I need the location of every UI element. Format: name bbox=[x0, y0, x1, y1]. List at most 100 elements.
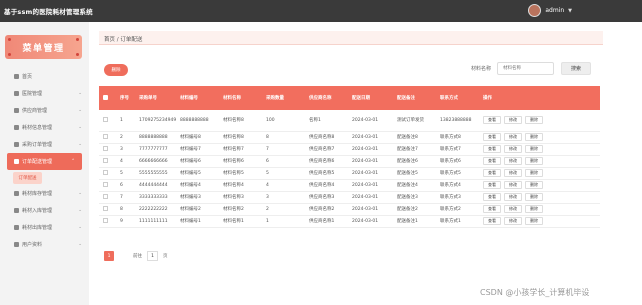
sidebar-item-user[interactable]: 用户资料 ⌄ bbox=[0, 236, 89, 253]
app-title: 基于ssm的医院耗材管理系统 bbox=[4, 8, 93, 16]
edit-button[interactable]: 修改 bbox=[504, 205, 522, 213]
cell-remark: 配送备注3 bbox=[393, 191, 436, 204]
cell-ops: 查看 修改 删除 bbox=[479, 167, 600, 180]
row-checkbox-cell[interactable] bbox=[99, 155, 116, 168]
checkbox[interactable] bbox=[103, 194, 108, 199]
cell-ops: 查看 修改 删除 bbox=[479, 179, 600, 192]
cell-no: 1 bbox=[116, 110, 135, 132]
row-checkbox-cell[interactable] bbox=[99, 167, 116, 180]
cell-remark: 配送备注6 bbox=[393, 155, 436, 168]
view-button[interactable]: 查看 bbox=[483, 217, 501, 225]
view-button[interactable]: 查看 bbox=[483, 181, 501, 189]
chevron-down-icon: ⌄ bbox=[78, 191, 82, 196]
view-button[interactable]: 查看 bbox=[483, 157, 501, 165]
row-checkbox-cell[interactable] bbox=[99, 110, 116, 132]
cell-code: 材料编号8 bbox=[176, 131, 219, 144]
cell-ops: 查看 修改 删除 bbox=[479, 215, 600, 228]
row-checkbox-cell[interactable] bbox=[99, 203, 116, 216]
cell-order: 8888888888 bbox=[135, 131, 176, 144]
checkbox[interactable] bbox=[103, 170, 108, 175]
sidebar-item-material[interactable]: 耗材信息管理 ⌄ bbox=[0, 119, 89, 136]
delete-row-button[interactable]: 删除 bbox=[525, 157, 543, 165]
edit-button[interactable]: 修改 bbox=[504, 193, 522, 201]
view-button[interactable]: 查看 bbox=[483, 169, 501, 177]
cell-date: 2024-03-01 bbox=[348, 203, 393, 216]
search-input[interactable] bbox=[497, 62, 554, 75]
cell-supplier: 供应商名称3 bbox=[305, 191, 348, 204]
sidebar-item-home[interactable]: 首页 bbox=[0, 68, 89, 85]
edit-button[interactable]: 修改 bbox=[504, 116, 522, 125]
cell-code: 8888888888 bbox=[176, 110, 219, 132]
sidebar-item-delivery[interactable]: 订单配送管理 ⌃ bbox=[7, 153, 82, 170]
checkbox[interactable] bbox=[103, 134, 108, 139]
cell-code: 材料编号6 bbox=[176, 155, 219, 168]
delete-row-button[interactable]: 删除 bbox=[525, 181, 543, 189]
view-button[interactable]: 查看 bbox=[483, 133, 501, 141]
cell-name: 材料名称8 bbox=[219, 131, 262, 144]
chevron-down-icon[interactable]: ▼ bbox=[568, 8, 572, 14]
checkbox[interactable] bbox=[103, 95, 108, 100]
table-row: 4 6666666666 材料编号6 材料名称6 6 供应商名称6 2024-03-01 配送… bbox=[99, 155, 600, 168]
edit-button[interactable]: 修改 bbox=[504, 181, 522, 189]
search-label: 材料名称 bbox=[471, 66, 492, 72]
row-checkbox-cell[interactable] bbox=[99, 179, 116, 192]
sidebar-item-supplier[interactable]: 供应商管理 ⌄ bbox=[0, 102, 89, 119]
page-input[interactable]: 1 bbox=[147, 251, 158, 261]
checkbox[interactable] bbox=[103, 218, 108, 223]
cell-no: 4 bbox=[116, 155, 135, 168]
sidebar-item-hospital[interactable]: 医院管理 ⌄ bbox=[0, 85, 89, 102]
cell-supplier: 供应商名称8 bbox=[305, 131, 348, 144]
edit-button[interactable]: 修改 bbox=[504, 145, 522, 153]
sidebar-item-outbound[interactable]: 耗材出库管理 ⌄ bbox=[0, 219, 89, 236]
sidebar-subitem-delivery[interactable]: 订单配送 bbox=[13, 171, 42, 184]
user-menu[interactable]: admin ▼ bbox=[528, 4, 572, 17]
checkbox[interactable] bbox=[103, 158, 108, 163]
breadcrumb: 首页 / 订单配送 bbox=[99, 31, 603, 45]
delete-row-button[interactable]: 删除 bbox=[525, 205, 543, 213]
delete-row-button[interactable]: 删除 bbox=[525, 193, 543, 201]
delete-row-button[interactable]: 删除 bbox=[525, 169, 543, 177]
view-button[interactable]: 查看 bbox=[483, 193, 501, 201]
row-checkbox-cell[interactable] bbox=[99, 215, 116, 228]
submenu: 订单配送 bbox=[0, 170, 89, 185]
checkbox[interactable] bbox=[103, 146, 108, 151]
delete-row-button[interactable]: 删除 bbox=[525, 116, 543, 125]
checkbox[interactable] bbox=[103, 182, 108, 187]
avatar[interactable] bbox=[528, 4, 542, 17]
page-number[interactable]: 1 bbox=[104, 251, 114, 261]
view-button[interactable]: 查看 bbox=[483, 145, 501, 153]
delete-row-button[interactable]: 删除 bbox=[525, 133, 543, 141]
sidebar-item-purchase[interactable]: 采购订单管理 ⌄ bbox=[0, 136, 89, 153]
cell-order: 2222222222 bbox=[135, 203, 176, 216]
breadcrumb-text[interactable]: 首页 / 订单配送 bbox=[104, 35, 142, 43]
search-button[interactable]: 搜索 bbox=[561, 62, 591, 75]
chevron-down-icon: ⌄ bbox=[78, 242, 82, 247]
column-header: 材料名称 bbox=[223, 96, 241, 101]
sidebar-item-inbound[interactable]: 耗材入库管理 ⌄ bbox=[0, 202, 89, 219]
edit-button[interactable]: 修改 bbox=[504, 157, 522, 165]
delete-row-button[interactable]: 删除 bbox=[525, 217, 543, 225]
select-all-checkbox[interactable] bbox=[99, 86, 116, 110]
sidebar-item-stock[interactable]: 耗材库存管理 ⌄ bbox=[0, 185, 89, 202]
cell-remark: 配送备注4 bbox=[393, 179, 436, 192]
row-checkbox-cell[interactable] bbox=[99, 131, 116, 144]
checkbox[interactable] bbox=[103, 117, 108, 123]
cell-contact: 联系方式5 bbox=[436, 167, 479, 180]
edit-button[interactable]: 修改 bbox=[504, 217, 522, 225]
view-button[interactable]: 查看 bbox=[483, 205, 501, 213]
delete-row-button[interactable]: 删除 bbox=[525, 145, 543, 153]
column-header: 采购单号 bbox=[139, 96, 157, 101]
delete-button[interactable]: 删除 bbox=[104, 64, 128, 76]
edit-button[interactable]: 修改 bbox=[504, 133, 522, 141]
row-checkbox-cell[interactable] bbox=[99, 191, 116, 204]
table-row: 9 1111111111 材料编号1 材料名称1 1 供应商名称1 2024-03-01 配送… bbox=[99, 215, 600, 228]
row-checkbox-cell[interactable] bbox=[99, 143, 116, 156]
checkbox[interactable] bbox=[103, 206, 108, 211]
cell-order: 1709275234949 bbox=[135, 110, 176, 132]
inbound-icon bbox=[14, 208, 19, 213]
cell-qty: 3 bbox=[262, 191, 305, 204]
username[interactable]: admin bbox=[545, 7, 564, 14]
home-icon bbox=[14, 74, 19, 79]
edit-button[interactable]: 修改 bbox=[504, 169, 522, 177]
view-button[interactable]: 查看 bbox=[483, 116, 501, 125]
